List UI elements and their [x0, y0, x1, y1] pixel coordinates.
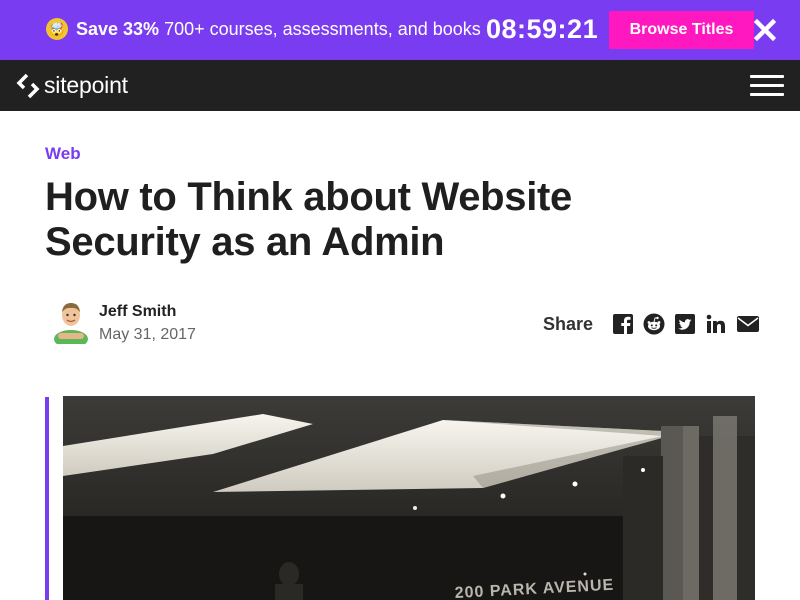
promo-banner: 🤯 Save 33% 700+ courses, assessments, an…	[0, 0, 800, 60]
mind-blown-emoji-icon: 🤯	[46, 18, 68, 40]
article-title: How to Think about Website Security as a…	[45, 175, 573, 264]
sitepoint-logo-icon	[16, 73, 40, 98]
promo-description: 700+ courses, assessments, and books	[159, 19, 481, 39]
share-label: Share	[543, 313, 594, 334]
share-bar: Share	[543, 313, 760, 335]
top-navigation: sitepoint	[0, 60, 800, 111]
linkedin-icon[interactable]	[705, 313, 727, 335]
logo-text: sitepoint	[44, 72, 128, 98]
twitter-icon[interactable]	[674, 313, 696, 335]
email-icon[interactable]	[736, 313, 760, 335]
promo-countdown-timer: 08:59:21	[486, 14, 599, 44]
author-block: Jeff Smith May 31, 2017	[52, 300, 196, 344]
close-icon[interactable]	[752, 17, 778, 43]
reddit-icon[interactable]	[643, 313, 665, 335]
browse-titles-button[interactable]: Browse Titles	[609, 11, 754, 49]
hamburger-icon[interactable]	[750, 75, 784, 97]
author-avatar[interactable]	[52, 300, 90, 344]
hero-accent-bar	[45, 397, 49, 600]
promo-highlight: Save 33%	[76, 19, 160, 39]
publish-date: May 31, 2017	[99, 326, 196, 343]
facebook-icon[interactable]	[612, 313, 634, 335]
author-name[interactable]: Jeff Smith	[99, 303, 196, 321]
category-link[interactable]: Web	[45, 144, 81, 164]
hero-image: 200 PARK AVENUE	[63, 396, 755, 600]
promo-text: Save 33% 700+ courses, assessments, and …	[76, 19, 481, 40]
sitepoint-logo[interactable]: sitepoint	[16, 72, 128, 99]
